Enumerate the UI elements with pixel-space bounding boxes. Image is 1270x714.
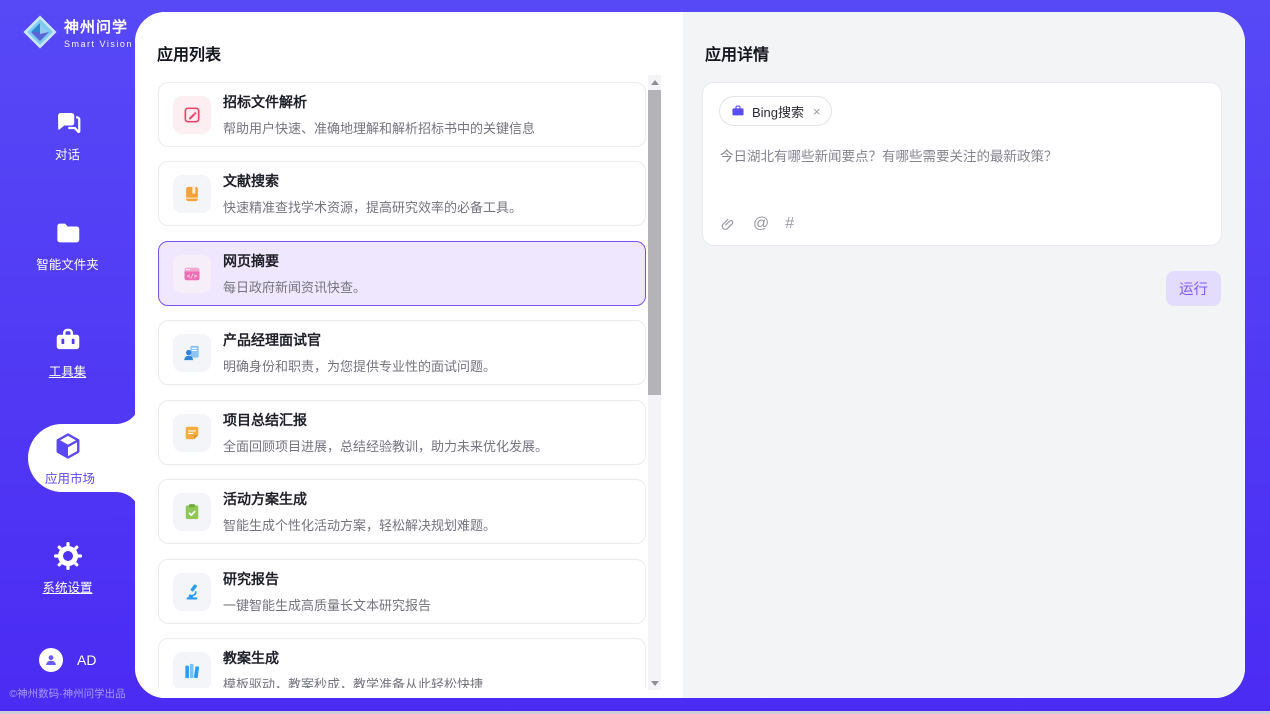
gear-icon	[53, 541, 83, 571]
app-card-project-summary[interactable]: 项目总结汇报 全面回顾项目进展，总结经验教训，助力未来优化发展。	[158, 400, 646, 465]
folder-icon	[53, 218, 83, 248]
sidebar-item-toolset[interactable]: 工具集	[0, 325, 135, 380]
app-card-bid-parse[interactable]: 招标文件解析 帮助用户快速、准确地理解和解析招标书中的关键信息	[158, 82, 646, 147]
brand-text: 神州问学 Smart Vision	[64, 16, 133, 49]
app-card-title: 产品经理面试官	[223, 330, 496, 350]
brand-logo-icon	[22, 14, 58, 50]
brand-logo: 神州问学 Smart Vision	[22, 14, 133, 50]
app-card-texts: 教案生成 模板驱动，教案秒成，教学准备从此轻松快捷	[223, 648, 483, 688]
app-card-texts: 文献搜索 快速精准查找学术资源，提高研究效率的必备工具。	[223, 171, 522, 216]
avatar	[39, 648, 63, 672]
app-card-title: 研究报告	[223, 569, 431, 589]
browser-code-icon: </>	[173, 255, 211, 293]
app-card-research-report[interactable]: 研究报告 一键智能生成高质量长文本研究报告	[158, 559, 646, 624]
app-card-pm-interviewer[interactable]: 产品经理面试官 明确身份和职责，为您提供专业性的面试问题。	[158, 320, 646, 385]
app-card-literature-search[interactable]: 文献搜索 快速精准查找学术资源，提高研究效率的必备工具。	[158, 161, 646, 226]
sidebar-item-label: 智能文件夹	[0, 254, 135, 273]
app-card-desc: 全面回顾项目进展，总结经验教训，助力未来优化发展。	[223, 436, 548, 455]
app-card-event-plan[interactable]: 活动方案生成 智能生成个性化活动方案，轻松解决规划难题。	[158, 479, 646, 544]
briefcase-icon	[53, 325, 83, 355]
microscope-icon	[173, 573, 211, 611]
sidebar-item-label: 对话	[0, 144, 135, 163]
app-root: 神州问学 Smart Vision 对话 智能文件夹 工具	[0, 0, 1270, 714]
book-icon	[173, 175, 211, 213]
app-card-desc: 明确身份和职责，为您提供专业性的面试问题。	[223, 356, 496, 375]
app-card-lesson-plan[interactable]: 教案生成 模板驱动，教案秒成，教学准备从此轻松快捷	[158, 638, 646, 688]
app-card-desc: 智能生成个性化活动方案，轻松解决规划难题。	[223, 515, 496, 534]
app-card-title: 项目总结汇报	[223, 410, 548, 430]
app-card-title: 招标文件解析	[223, 92, 535, 112]
input-toolbar: @ #	[720, 215, 794, 233]
main-content: 应用列表 招标文件解析 帮助用户快速、准确地理解和解析招标书中的关键信息	[135, 12, 1245, 698]
sidebar-item-smart-folder[interactable]: 智能文件夹	[0, 218, 135, 273]
app-card-texts: 招标文件解析 帮助用户快速、准确地理解和解析招标书中的关键信息	[223, 92, 535, 137]
sidebar-item-label: 工具集	[0, 361, 135, 380]
app-card-title: 教案生成	[223, 648, 483, 668]
scrollbar-up-arrow[interactable]	[648, 75, 661, 89]
sidebar-item-app-market[interactable]: 应用市场	[28, 424, 140, 492]
clipboard-check-icon	[173, 493, 211, 531]
query-input[interactable]: 今日湖北有哪些新闻要点？有哪些需要关注的最新政策？	[720, 147, 1205, 166]
app-card-title: 文献搜索	[223, 171, 522, 191]
app-card-desc: 模板驱动，教案秒成，教学准备从此轻松快捷	[223, 674, 483, 688]
user-account[interactable]: AD	[39, 648, 96, 672]
app-card-texts: 产品经理面试官 明确身份和职责，为您提供专业性的面试问题。	[223, 330, 496, 375]
app-card-desc: 帮助用户快速、准确地理解和解析招标书中的关键信息	[223, 118, 535, 137]
app-card-desc: 每日政府新闻资讯快查。	[223, 277, 366, 296]
tool-tag-label: Bing搜索	[752, 102, 804, 121]
user-name: AD	[77, 652, 96, 668]
svg-text:</>: </>	[187, 273, 198, 279]
brand-subtitle: Smart Vision	[64, 39, 133, 49]
close-icon[interactable]: ×	[813, 104, 821, 119]
prompt-card: Bing搜索 × 今日湖北有哪些新闻要点？有哪些需要关注的最新政策？ @ #	[702, 82, 1222, 246]
person-icon	[43, 652, 59, 668]
app-card-texts: 研究报告 一键智能生成高质量长文本研究报告	[223, 569, 431, 614]
scrollbar-thumb[interactable]	[648, 90, 661, 395]
scrollbar[interactable]	[648, 75, 661, 690]
note-icon	[173, 414, 211, 452]
mention-icon[interactable]: @	[753, 215, 769, 233]
app-card-title: 活动方案生成	[223, 489, 496, 509]
copyright-text: ©神州数码·神州问学出品	[0, 686, 135, 701]
interviewer-icon	[173, 334, 211, 372]
tool-tag-bing-search[interactable]: Bing搜索 ×	[719, 96, 832, 126]
app-card-texts: 项目总结汇报 全面回顾项目进展，总结经验教训，助力未来优化发展。	[223, 410, 548, 455]
app-card-desc: 一键智能生成高质量长文本研究报告	[223, 595, 431, 614]
attachment-icon[interactable]	[720, 216, 737, 233]
app-card-desc: 快速精准查找学术资源，提高研究效率的必备工具。	[223, 197, 522, 216]
app-card-texts: 活动方案生成 智能生成个性化活动方案，轻松解决规划难题。	[223, 489, 496, 534]
sidebar-item-settings[interactable]: 系统设置	[0, 541, 135, 596]
sidebar: 神州问学 Smart Vision 对话 智能文件夹 工具	[0, 0, 135, 714]
app-detail-title: 应用详情	[705, 41, 769, 65]
brand-name: 神州问学	[64, 16, 133, 37]
sidebar-item-chat[interactable]: 对话	[0, 108, 135, 163]
doc-edit-icon	[173, 96, 211, 134]
scrollbar-down-arrow[interactable]	[648, 676, 661, 690]
app-detail-panel: 应用详情 Bing搜索 × 今日湖北有哪些新闻要点？有哪些需要关注的最新政策？ …	[683, 12, 1245, 698]
sidebar-item-label: 应用市场	[28, 468, 112, 487]
app-list-panel: 应用列表 招标文件解析 帮助用户快速、准确地理解和解析招标书中的关键信息	[135, 12, 683, 698]
app-card-texts: 网页摘要 每日政府新闻资讯快查。	[223, 251, 366, 296]
sidebar-item-label: 系统设置	[0, 577, 135, 596]
cube-icon	[53, 431, 83, 461]
chat-icon	[53, 108, 83, 138]
topic-icon[interactable]: #	[785, 215, 794, 233]
app-list-viewport: 招标文件解析 帮助用户快速、准确地理解和解析招标书中的关键信息 文献搜索	[135, 12, 683, 688]
app-card-title: 网页摘要	[223, 251, 366, 271]
briefcase-icon	[731, 104, 745, 118]
books-icon	[173, 652, 211, 689]
app-card-web-summary[interactable]: </> 网页摘要 每日政府新闻资讯快查。	[158, 241, 646, 306]
run-button[interactable]: 运行	[1166, 271, 1221, 306]
